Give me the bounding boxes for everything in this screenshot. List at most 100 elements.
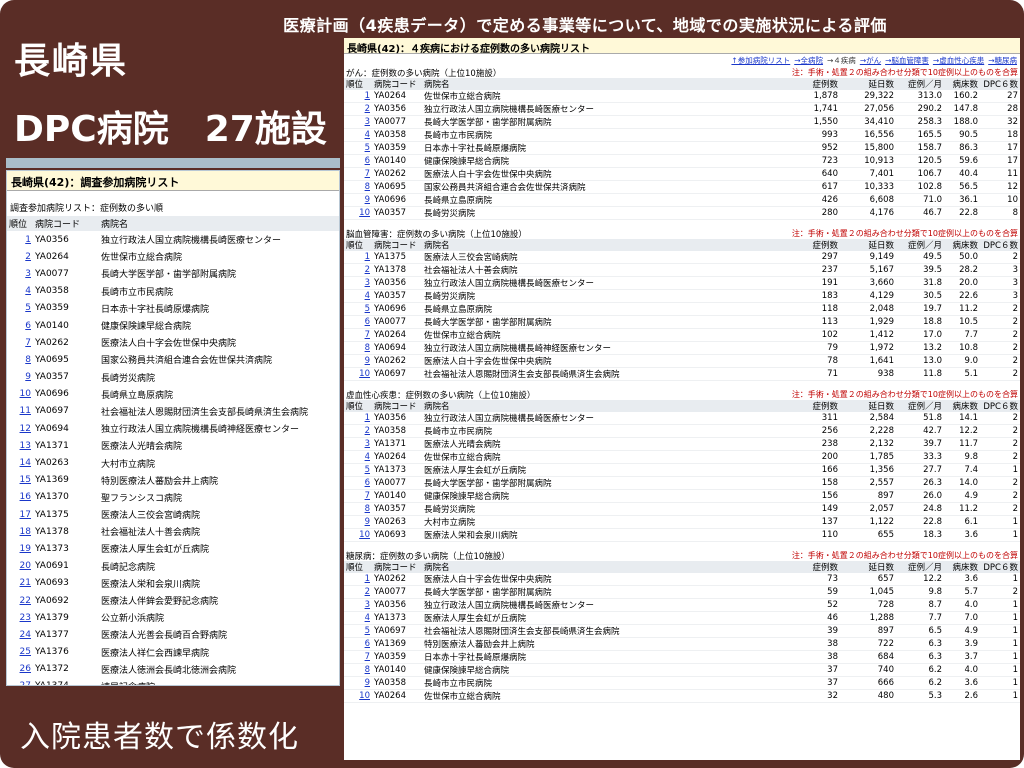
cases-per-month: 6.5: [896, 624, 944, 638]
rank-link[interactable]: 9: [365, 678, 370, 688]
rank-link[interactable]: 19: [20, 544, 31, 554]
hospital-code: YA0358: [372, 424, 422, 438]
rank-link[interactable]: 7: [365, 169, 370, 179]
rank-link[interactable]: 3: [365, 600, 370, 610]
rank-link[interactable]: 6: [365, 478, 370, 488]
rank-link[interactable]: 7: [25, 338, 31, 348]
rank-link[interactable]: 1: [365, 252, 370, 262]
hospital-code: YA0359: [372, 650, 422, 664]
rank-link[interactable]: 23: [20, 613, 31, 623]
rank-link[interactable]: 9: [365, 517, 370, 527]
rank-link[interactable]: 5: [365, 626, 370, 636]
rank-cell: 1: [7, 231, 33, 248]
hospital-code: YA0264: [372, 90, 422, 103]
rank-link[interactable]: 2: [365, 587, 370, 597]
rank-link[interactable]: 10: [20, 389, 31, 399]
nav-link[interactable]: →脳血管障害: [885, 56, 929, 65]
hospital-code: YA1378: [372, 263, 422, 277]
rank-link[interactable]: 5: [365, 304, 370, 314]
rank-link[interactable]: 16: [20, 492, 31, 502]
rank-link[interactable]: 11: [20, 406, 31, 416]
rank-link[interactable]: 1: [365, 413, 370, 423]
section-title: がん：症例数の多い病院（上位10施設）: [346, 69, 502, 79]
rank-link[interactable]: 18: [20, 527, 31, 537]
hospital-name: 佐世保市立総合病院: [422, 90, 796, 103]
rank-cell: 10: [344, 528, 372, 542]
rank-link[interactable]: 25: [20, 647, 31, 657]
rank-link[interactable]: 4: [365, 291, 370, 301]
hospital-name: 長崎市立市民病院: [101, 287, 174, 298]
rank-link[interactable]: 6: [365, 156, 370, 166]
nav-link[interactable]: →がん: [860, 56, 881, 65]
table-row: 3 YA0077 長崎大学医学部・歯学部附属病院: [7, 265, 339, 282]
rank-link[interactable]: 24: [20, 630, 31, 640]
rank-link[interactable]: 5: [365, 465, 370, 475]
rank-link[interactable]: 9: [365, 195, 370, 205]
rank-link[interactable]: 6: [365, 639, 370, 649]
table-row: 7 YA0262 医療法人白十字会佐世保中央病院: [7, 334, 339, 351]
rank-link[interactable]: 14: [20, 458, 31, 468]
hospital-code: YA0262: [35, 337, 69, 348]
bed-count: 188.0: [944, 115, 980, 129]
rank-link[interactable]: 10: [359, 369, 370, 379]
rank-link[interactable]: 7: [365, 652, 370, 662]
nav-link[interactable]: ↑参加病院リスト: [731, 56, 790, 65]
rank-link[interactable]: 8: [25, 355, 31, 365]
rank-link[interactable]: 20: [20, 561, 31, 571]
rank-link[interactable]: 7: [365, 330, 370, 340]
rank-link[interactable]: 15: [20, 475, 31, 485]
rank-link[interactable]: 27: [20, 681, 31, 685]
table-header-row: 順位 病院コード 病院名 症例数 延日数 症例／月 病床数 DPC６数: [344, 239, 1020, 251]
rank-link[interactable]: 8: [365, 343, 370, 353]
rank-link[interactable]: 8: [365, 182, 370, 192]
rank-link[interactable]: 6: [25, 321, 31, 331]
table-row: 14 YA0263 大村市立病院: [7, 454, 339, 471]
cases-per-month: 120.5: [896, 154, 944, 168]
dpc6-count: 10: [980, 193, 1020, 207]
rank-link[interactable]: 22: [20, 596, 31, 606]
nav-link[interactable]: →虚血性心疾患: [933, 56, 984, 65]
rank-link[interactable]: 10: [359, 208, 370, 218]
rank-link[interactable]: 26: [20, 664, 31, 674]
rank-link[interactable]: 10: [359, 530, 370, 540]
rank-link[interactable]: 8: [365, 665, 370, 675]
rank-link[interactable]: 17: [20, 510, 31, 520]
rank-link[interactable]: 4: [365, 452, 370, 462]
rank-link[interactable]: 2: [365, 265, 370, 275]
rank-link[interactable]: 5: [365, 143, 370, 153]
hospital-name: 長崎労災病院: [101, 373, 156, 384]
rank-link[interactable]: 9: [365, 356, 370, 366]
cases-per-month: 18.8: [896, 315, 944, 329]
rank-link[interactable]: 9: [25, 372, 31, 382]
rank-link[interactable]: 8: [365, 504, 370, 514]
case-count: 79: [796, 341, 840, 355]
rank-link[interactable]: 4: [365, 613, 370, 623]
rank-link[interactable]: 1: [25, 235, 31, 245]
rank-link[interactable]: 3: [25, 269, 31, 279]
dpc6-count: 28: [980, 102, 1020, 116]
rank-link[interactable]: 2: [365, 104, 370, 114]
nav-link[interactable]: →全病院: [794, 56, 823, 65]
rank-link[interactable]: 3: [365, 278, 370, 288]
rank-link[interactable]: 6: [365, 317, 370, 327]
rank-link[interactable]: 13: [20, 441, 31, 451]
rank-link[interactable]: 2: [25, 252, 31, 262]
rank-link[interactable]: 7: [365, 491, 370, 501]
rank-cell: 10: [344, 206, 372, 220]
rank-link[interactable]: 5: [25, 303, 31, 313]
rank-cell: 9: [7, 369, 33, 386]
rank-link[interactable]: 21: [20, 578, 31, 588]
rank-link[interactable]: 4: [25, 286, 31, 296]
rank-link[interactable]: 2: [365, 426, 370, 436]
rank-link[interactable]: 3: [365, 117, 370, 127]
bed-count: 3.7: [944, 650, 980, 664]
rank-link[interactable]: 4: [365, 130, 370, 140]
case-count: 32: [796, 689, 840, 703]
rank-link[interactable]: 1: [365, 91, 370, 101]
nav-link[interactable]: →糖尿病: [988, 56, 1017, 65]
case-count: 38: [796, 637, 840, 651]
rank-link[interactable]: 3: [365, 439, 370, 449]
rank-link[interactable]: 1: [365, 574, 370, 584]
rank-link[interactable]: 10: [359, 691, 370, 701]
rank-link[interactable]: 12: [20, 424, 31, 434]
